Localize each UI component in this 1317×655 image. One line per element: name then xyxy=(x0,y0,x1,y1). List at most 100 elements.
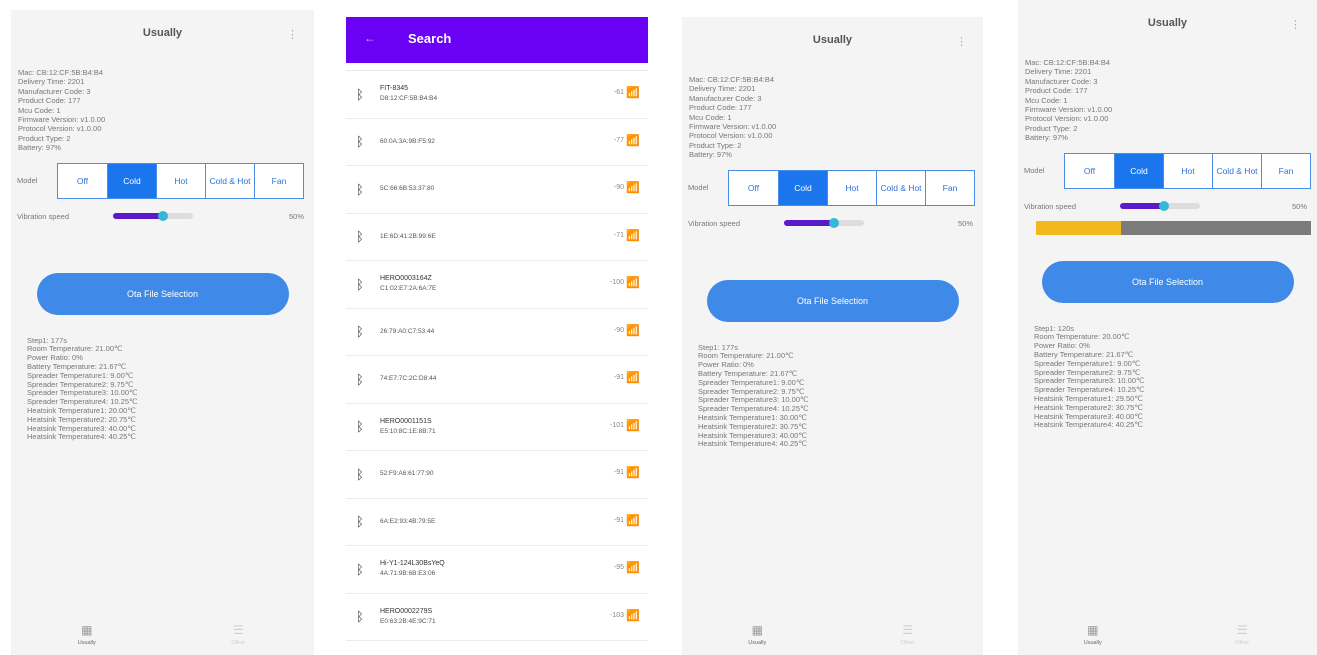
device-rssi: -71 xyxy=(613,231,624,239)
page-title: Usually xyxy=(812,34,853,46)
list-icon: ☰ xyxy=(1236,623,1248,637)
signal-icon: 📶 xyxy=(626,277,640,289)
mode-cold-button[interactable]: Cold xyxy=(107,163,156,198)
list-item[interactable]: ᛒ HERO0001151S E5:10:8C:1E:8B:71 -101 📶 xyxy=(346,404,648,451)
info-line: Product Code: 177 xyxy=(689,103,752,113)
stat-line: Heatsink Temperature4: 40.25℃ xyxy=(27,432,136,442)
bluetooth-icon: ᛒ xyxy=(356,229,364,245)
device-rssi: -103 xyxy=(609,611,624,619)
ota-file-selection-button[interactable]: Ota File Selection xyxy=(706,279,959,322)
device-rssi: -101 xyxy=(609,421,624,429)
nav-label: Usually xyxy=(77,640,96,646)
device-info: Mac: CB:12:CF:5B:B4:B4 Delivery Time: 22… xyxy=(11,56,314,153)
mode-cold-button[interactable]: Cold xyxy=(1114,153,1163,188)
device-name: FIT-8345 xyxy=(380,85,409,93)
mode-row: Model Off Cold Hot Cold & Hot Fan xyxy=(11,162,314,199)
speed-slider-fill xyxy=(1120,203,1164,210)
mode-cold-hot-button[interactable]: Cold & Hot xyxy=(1212,153,1261,188)
device-screen-3: Usually ⋮ Mac: CB:12:CF:5B:B4:B4 Deliver… xyxy=(682,17,983,655)
speed-percent: 50% xyxy=(1291,201,1307,211)
list-item[interactable]: ᛒ 5C:66:6B:53:37:80 -90 📶 xyxy=(346,166,648,214)
mode-hot-button[interactable]: Hot xyxy=(156,163,205,198)
list-item[interactable]: ᛒ Hi-Y1-124L30BsYeQ 4A:71:9B:6B:E3:06 -95… xyxy=(346,546,648,594)
signal-icon: 📶 xyxy=(626,514,640,527)
signal-icon: 📶 xyxy=(626,229,640,242)
grid-icon: ▦ xyxy=(1087,623,1099,637)
signal-icon: 📶 xyxy=(626,372,640,384)
mode-fan-button[interactable]: Fan xyxy=(1261,153,1310,188)
search-app-bar: ← Search xyxy=(346,17,648,63)
device-info: Mac: CB:12:CF:5B:B4:B4 Delivery Time: 22… xyxy=(682,63,983,160)
info-line: Product Code: 177 xyxy=(18,96,81,106)
info-line: Protocol Version: v1.0.00 xyxy=(1025,114,1109,124)
mode-hot-button[interactable]: Hot xyxy=(1163,153,1212,188)
device-mac: 4A:71:9B:6B:E3:06 xyxy=(380,570,436,578)
ota-file-selection-button[interactable]: Ota File Selection xyxy=(36,272,289,315)
divider xyxy=(346,63,648,71)
speed-slider[interactable] xyxy=(784,218,864,229)
nav-item-usually[interactable]: ▦ Usually xyxy=(707,617,807,655)
speed-slider-thumb[interactable] xyxy=(157,211,168,222)
nav-item-usually[interactable]: ▦ Usually xyxy=(1043,617,1143,655)
mode-off-button[interactable]: Off xyxy=(729,171,778,205)
bluetooth-icon: ᛒ xyxy=(356,276,364,292)
device-mac: C1:02:E7:2A:6A:7E xyxy=(380,285,437,293)
list-item[interactable]: ᛒ HERO0002279S E0:63:2B:4E:9C:71 -103 📶 xyxy=(346,594,648,641)
list-item[interactable]: ᛒ 6A:E2:93:4B:79:5E -91 📶 xyxy=(346,499,648,546)
mode-fan-button[interactable]: Fan xyxy=(925,170,974,205)
device-rssi: -90 xyxy=(613,326,624,334)
device-rssi: -77 xyxy=(613,136,624,144)
kebab-icon[interactable]: ⋮ xyxy=(956,35,967,48)
bluetooth-icon: ᛒ xyxy=(356,324,364,340)
device-rssi: -61 xyxy=(613,89,624,96)
info-line: Mcu Code: 1 xyxy=(18,105,61,115)
list-item[interactable]: ᛒ HERO0003164Z C1:02:E7:2A:6A:7E -100 📶 xyxy=(346,261,648,309)
mode-fan-button[interactable]: Fan xyxy=(254,163,303,198)
device-mac: 26:79:A0:C7:53:44 xyxy=(380,327,435,335)
speed-slider-thumb[interactable] xyxy=(828,218,839,229)
mode-off-button[interactable]: Off xyxy=(58,164,107,198)
mode-label: Model xyxy=(688,183,709,193)
mode-hot-button[interactable]: Hot xyxy=(827,170,876,205)
ota-progress-fill xyxy=(1036,220,1122,235)
stat-line: Heatsink Temperature4: 40.25℃ xyxy=(698,439,807,449)
nav-item-other[interactable]: ☰ Other xyxy=(188,617,288,655)
mode-selector: Off Cold Hot Cold & Hot Fan xyxy=(1064,152,1311,189)
list-item[interactable]: ᛒ 52:F9:A6:61:77:90 -91 📶 xyxy=(346,451,648,499)
mode-cold-button[interactable]: Cold xyxy=(778,170,827,205)
page-title: Usually xyxy=(142,27,183,39)
speed-slider-thumb[interactable] xyxy=(1159,201,1169,212)
speed-slider[interactable] xyxy=(113,211,193,222)
speed-slider[interactable] xyxy=(1120,201,1200,212)
list-item[interactable]: ᛒ 1E:6D:41:2B:99:6E -71 📶 xyxy=(346,214,648,261)
speed-percent: 50% xyxy=(288,211,304,221)
signal-icon: 📶 xyxy=(626,182,640,194)
ota-file-selection-button[interactable]: Ota File Selection xyxy=(1041,260,1294,303)
device-screen-4: Usually ⋮ Mac: CB:12:CF:5B:B4:B4 Deliver… xyxy=(1018,0,1317,655)
nav-item-usually[interactable]: ▦ Usually xyxy=(37,617,137,655)
device-list: ᛒ FIT-8345 D8:12:CF:5B:B4:B4 -61 📶 ᛒ 60:0… xyxy=(346,71,648,641)
kebab-icon[interactable]: ⋮ xyxy=(1290,18,1301,31)
speed-label: Vibration speed xyxy=(688,218,740,228)
mode-selector: Off Cold Hot Cold & Hot Fan xyxy=(57,162,304,199)
bluetooth-icon: ᛒ xyxy=(356,514,364,530)
info-line: Mac: CB:12:CF:5B:B4:B4 xyxy=(689,75,775,84)
mode-off-button[interactable]: Off xyxy=(1065,154,1114,188)
sensor-stats: Step1: 177s Room Temperature: 21.00℃ Pow… xyxy=(682,322,983,450)
kebab-icon[interactable]: ⋮ xyxy=(287,28,298,41)
list-item[interactable]: ᛒ 60:0A:3A:9B:F5:92 -77 📶 xyxy=(346,119,648,166)
nav-item-other[interactable]: ☰ Other xyxy=(1192,617,1292,655)
mode-cold-hot-button[interactable]: Cold & Hot xyxy=(876,170,925,205)
mode-cold-hot-button[interactable]: Cold & Hot xyxy=(205,163,254,198)
app-bar: Usually ⋮ xyxy=(682,17,983,63)
list-item[interactable]: ᛒ 74:E7:7C:2C:D8:44 -91 📶 xyxy=(346,356,648,404)
list-item[interactable]: ᛒ 26:79:A0:C7:53:44 -90 📶 xyxy=(346,309,648,356)
bluetooth-icon: ᛒ xyxy=(356,134,364,150)
list-item[interactable]: ᛒ FIT-8345 D8:12:CF:5B:B4:B4 -61 📶 xyxy=(346,71,648,119)
device-mac: D8:12:CF:5B:B4:B4 xyxy=(380,95,438,103)
arrow-left-icon[interactable]: ← xyxy=(364,31,376,45)
device-rssi: -100 xyxy=(609,279,624,286)
nav-label: Usually xyxy=(748,640,767,646)
nav-item-other[interactable]: ☰ Other xyxy=(858,617,958,655)
device-mac: E0:63:2B:4E:9C:71 xyxy=(380,617,436,625)
